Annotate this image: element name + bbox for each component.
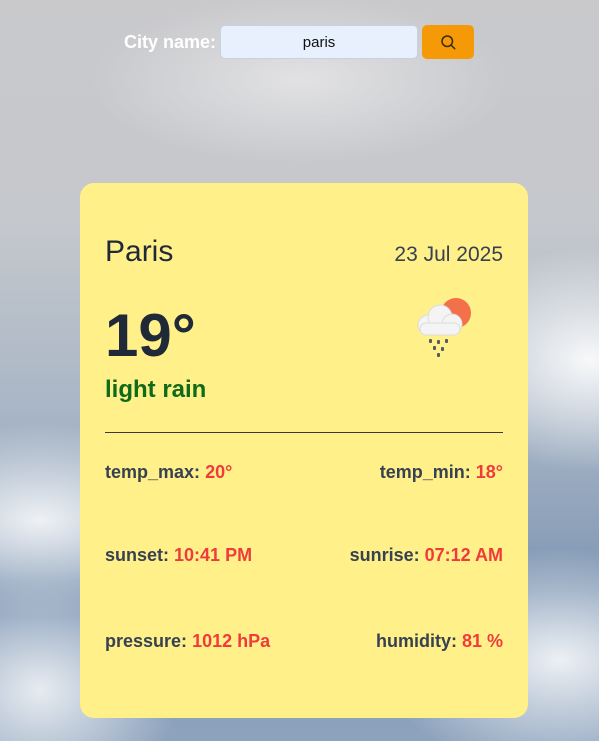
rain-cloud-sun-icon — [417, 298, 471, 357]
pressure-stat: pressure: 1012 hPa — [105, 631, 270, 652]
weather-card: Paris 23 Jul 2025 19° light rain temp_ma… — [80, 183, 528, 718]
temp-min-stat: temp_min: 18° — [380, 462, 503, 483]
city-title: Paris — [105, 235, 174, 268]
search-icon — [441, 35, 456, 50]
stat-row-temperature: temp_max: 20° temp_min: 18° — [105, 462, 503, 483]
city-name-label: City name: — [124, 31, 217, 52]
temp-min-value: 18° — [475, 462, 503, 482]
current-temperature: 19° — [105, 302, 196, 369]
search-bar: City name: — [124, 25, 475, 59]
card-header: Paris 23 Jul 2025 — [105, 235, 503, 269]
sunset-label: sunset: — [105, 545, 170, 565]
search-button[interactable] — [422, 25, 475, 59]
temp-min-label: temp_min: — [379, 462, 471, 482]
divider — [105, 432, 503, 433]
temp-max-value: 20° — [205, 462, 233, 482]
weather-description: light rain — [105, 376, 207, 403]
sunset-value: 10:41 PM — [174, 545, 253, 565]
humidity-label: humidity: — [375, 631, 457, 651]
stat-row-sun: sunset: 10:41 PM sunrise: 07:12 AM — [105, 545, 503, 566]
sunrise-label: sunrise: — [349, 545, 420, 565]
stat-row-atmosphere: pressure: 1012 hPa humidity: 81 % — [105, 631, 503, 652]
date-label: 23 Jul 2025 — [394, 243, 503, 266]
sunset-stat: sunset: 10:41 PM — [105, 545, 252, 566]
pressure-value: 1012 hPa — [192, 631, 271, 651]
temp-max-label: temp_max: — [105, 462, 201, 482]
temp-max-stat: temp_max: 20° — [105, 462, 232, 483]
humidity-value: 81 % — [461, 631, 503, 651]
humidity-stat: humidity: 81 % — [376, 631, 503, 652]
sunrise-value: 07:12 AM — [424, 545, 503, 565]
city-search-input[interactable] — [220, 25, 419, 59]
sunrise-stat: sunrise: 07:12 AM — [350, 545, 503, 566]
pressure-label: pressure: — [105, 631, 188, 651]
